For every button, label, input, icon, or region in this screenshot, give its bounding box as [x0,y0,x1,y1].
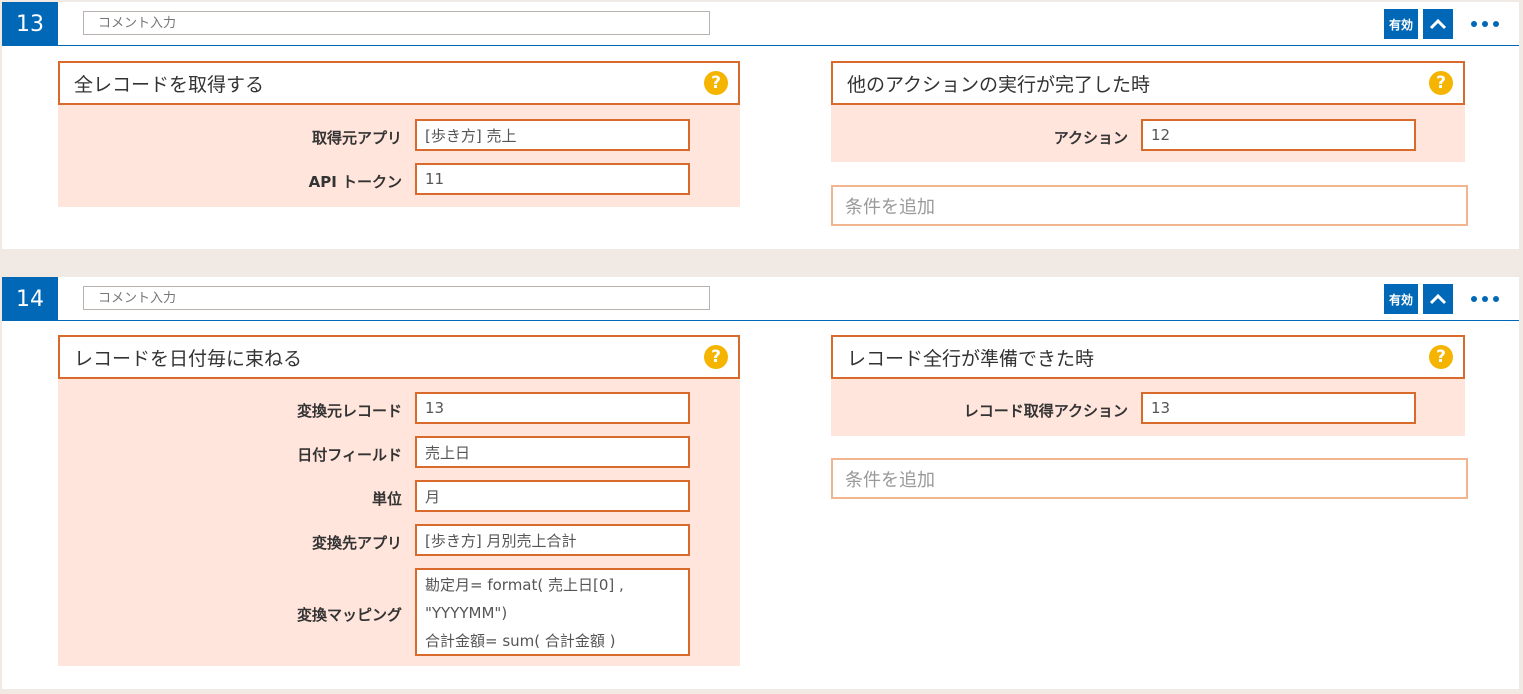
field-label: 単位 [371,490,402,508]
step-number: 14 [2,277,58,321]
trigger-title-text: 他のアクションの実行が完了した時 [847,73,1151,96]
more-dots-icon [1471,296,1477,302]
more-dots-icon [1493,21,1499,27]
mapping-field[interactable]: 勘定月= format( 売上日[0] , "YYYYMM") 合計金額= sum… [415,568,690,656]
help-icon[interactable]: ? [1429,345,1453,369]
field-label: アクション [1053,129,1128,147]
target-app-field[interactable]: [歩き方] 月別売上合計 [415,524,690,556]
enabled-toggle-button[interactable]: 有効 [1384,9,1418,39]
step-number: 13 [2,2,58,46]
field-label: レコード取得アクション [963,402,1128,420]
action-title[interactable]: レコードを日付毎に束ねる ? [58,335,740,379]
unit-field[interactable]: 月 [415,480,690,512]
record-action-field[interactable]: 13 [1141,392,1416,424]
action-settings-panel: 取得元アプリ [歩き方] 売上 API トークン 11 [58,105,740,207]
chevron-up-icon [1429,18,1447,30]
help-icon[interactable]: ? [704,71,728,95]
trigger-settings-panel: アクション 12 [831,105,1465,162]
step-card-14: 14 有効 レコードを日付毎に束ねる ? 変換元レコード 13 日付フィールド … [2,277,1519,689]
trigger-title-text: レコード全行が準備できた時 [847,347,1095,370]
comment-input[interactable] [83,11,710,35]
trigger-action-field[interactable]: 12 [1141,119,1416,151]
source-record-field[interactable]: 13 [415,392,690,424]
field-label: 変換マッピング [296,606,402,624]
action-title-text: レコードを日付毎に束ねる [74,347,303,370]
help-icon[interactable]: ? [1429,71,1453,95]
enabled-toggle-button[interactable]: 有効 [1384,284,1418,314]
step-card-13: 13 有効 全レコードを取得する ? 取得元アプリ [歩き方] 売上 API ト… [2,2,1519,249]
step-header: 13 有効 [2,2,1519,46]
help-icon[interactable]: ? [704,345,728,369]
more-dots-icon [1493,296,1499,302]
action-title[interactable]: 全レコードを取得する ? [58,61,740,105]
comment-input[interactable] [83,286,710,310]
more-options-button[interactable] [1465,284,1505,314]
chevron-up-icon [1429,293,1447,305]
source-app-field[interactable]: [歩き方] 売上 [415,119,690,151]
more-options-button[interactable] [1465,9,1505,39]
field-label: 日付フィールド [297,446,402,464]
more-dots-icon [1482,21,1488,27]
action-title-text: 全レコードを取得する [74,73,265,96]
field-label: 取得元アプリ [311,129,402,147]
trigger-title[interactable]: レコード全行が準備できた時 ? [831,335,1465,379]
field-label: API トークン [308,173,402,191]
api-token-field[interactable]: 11 [415,163,690,195]
more-dots-icon [1471,21,1477,27]
add-condition-input[interactable]: 条件を追加 [831,458,1468,499]
add-condition-input[interactable]: 条件を追加 [831,185,1468,226]
trigger-settings-panel: レコード取得アクション 13 [831,379,1465,436]
field-label: 変換元レコード [296,402,402,420]
action-settings-panel: 変換元レコード 13 日付フィールド 売上日 単位 月 変換先アプリ [歩き方]… [58,379,740,666]
trigger-title[interactable]: 他のアクションの実行が完了した時 ? [831,61,1465,105]
collapse-button[interactable] [1423,9,1453,39]
date-field-field[interactable]: 売上日 [415,436,690,468]
step-header: 14 有効 [2,277,1519,321]
collapse-button[interactable] [1423,284,1453,314]
field-label: 変換先アプリ [311,534,402,552]
more-dots-icon [1482,296,1488,302]
